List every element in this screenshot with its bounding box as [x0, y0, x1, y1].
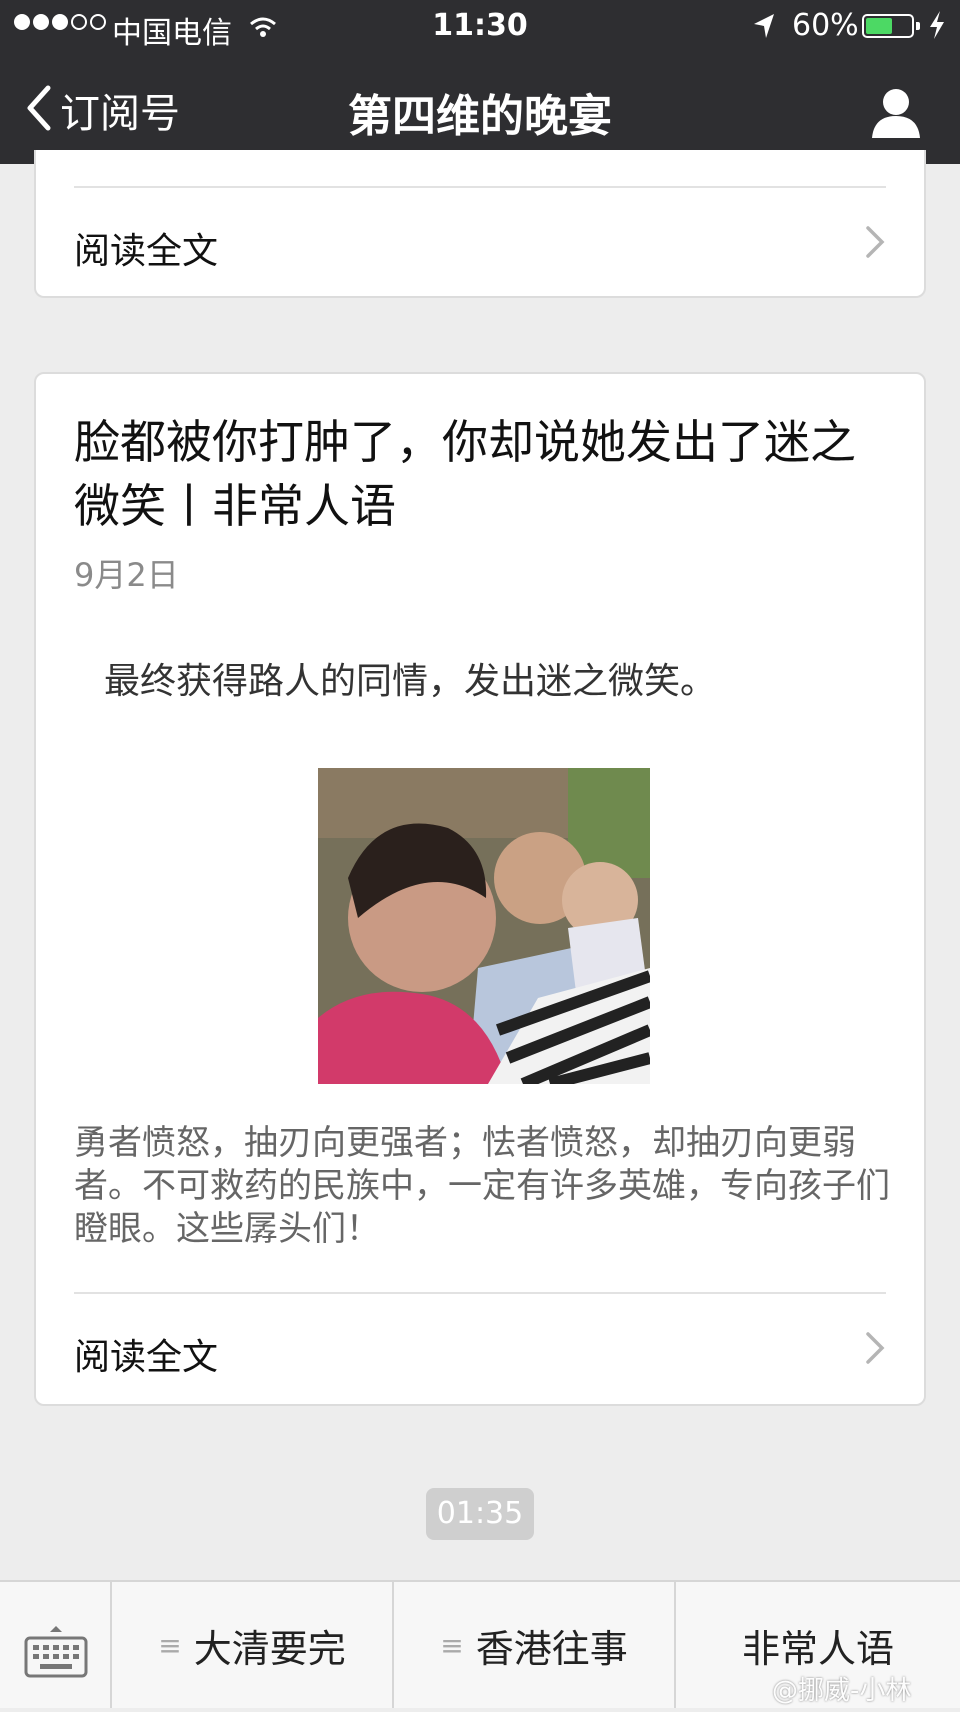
watermark: @挪威-小林	[772, 1676, 912, 1706]
message-time: 01:35	[426, 1488, 534, 1540]
back-button[interactable]: 订阅号	[24, 82, 180, 138]
read-more-label: 阅读全文	[74, 231, 219, 272]
keyboard-toggle-button[interactable]	[0, 1582, 112, 1708]
battery-percent: 60%	[792, 8, 859, 43]
menu-lines-icon: ≡	[440, 1628, 464, 1662]
location-arrow-icon	[752, 12, 776, 48]
article-card[interactable]: 脸都被你打肿了，你却说她发出了迷之微笑丨非常人语 9月2日 最终获得路人的同情，…	[34, 372, 926, 1406]
menu-item-1[interactable]: ≡ 大清要完	[112, 1582, 394, 1708]
menu-item-label: 香港往事	[475, 1626, 628, 1671]
article-caption: 最终获得路人的同情，发出迷之微笑。	[104, 661, 717, 702]
menu-lines-icon: ≡	[158, 1628, 182, 1662]
read-more-row[interactable]: 阅读全文	[36, 188, 924, 298]
keyboard-icon	[0, 1626, 112, 1712]
article-title[interactable]: 脸都被你打肿了，你却说她发出了迷之微笑丨非常人语	[74, 410, 894, 538]
chevron-right-icon	[864, 224, 886, 264]
menu-item-2[interactable]: ≡ 香港往事	[394, 1582, 676, 1708]
back-label: 订阅号	[60, 91, 180, 137]
profile-button[interactable]	[866, 82, 926, 142]
chevron-right-icon	[864, 1330, 886, 1370]
profile-icon	[866, 89, 926, 146]
nav-bar: 订阅号 第四维的晚宴	[0, 54, 960, 164]
charging-bolt-icon	[928, 10, 946, 48]
article-summary: 勇者愤怒，抽刃向更强者；怯者愤怒，却抽刃向更弱者。不可救药的民族中，一定有许多英…	[74, 1123, 890, 1249]
battery-cap	[916, 22, 920, 30]
read-more-label: 阅读全文	[74, 1337, 219, 1378]
article-cover-image[interactable]	[318, 768, 650, 1084]
article-date: 9月2日	[74, 556, 179, 594]
menu-item-label: 非常人语	[741, 1626, 894, 1671]
read-more-row[interactable]: 阅读全文	[36, 1294, 924, 1404]
battery-icon	[862, 14, 914, 38]
status-bar: 中国电信 11:30 60%	[0, 0, 960, 54]
back-chevron-icon	[24, 84, 54, 136]
menu-item-label: 大清要完	[193, 1626, 346, 1671]
previous-article-card: 阅读全文	[34, 150, 926, 298]
